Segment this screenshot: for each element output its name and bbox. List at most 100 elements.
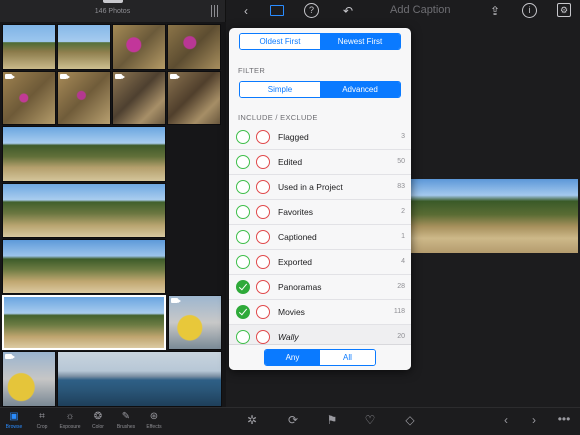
thumbnail[interactable]	[57, 24, 111, 70]
tool-effects[interactable]: ⊛ Effects	[141, 410, 167, 430]
video-badge-icon	[170, 74, 180, 79]
filter-label: Wally	[278, 332, 299, 342]
include-toggle[interactable]	[236, 205, 250, 219]
caption-field[interactable]: Add Caption	[390, 4, 451, 16]
photo-count: 146 Photos	[94, 7, 131, 15]
thumbnail-panorama[interactable]	[2, 126, 166, 182]
exclude-toggle[interactable]	[256, 230, 270, 244]
main-photo[interactable]	[410, 179, 578, 253]
thumbnail-panorama[interactable]	[57, 351, 222, 407]
undo-icon[interactable]: ↶	[340, 3, 356, 19]
more-icon[interactable]: •••	[556, 411, 572, 427]
thumbnail[interactable]	[2, 71, 56, 125]
exposure-icon: ☼	[65, 411, 75, 422]
filter-count: 2	[401, 208, 405, 215]
thumbnail[interactable]	[167, 71, 221, 125]
previous-icon[interactable]: ‹	[498, 412, 514, 428]
grid-toggle-icon[interactable]	[211, 5, 219, 17]
flag-icon[interactable]: ⚑	[324, 412, 340, 428]
filter-row-used-in-project[interactable]: Used in a Project 83	[229, 175, 411, 200]
gear-icon[interactable]: ⚙	[557, 3, 571, 17]
thumbnail[interactable]	[168, 295, 222, 350]
video-badge-icon	[171, 298, 181, 303]
filter-advanced[interactable]: Advanced	[320, 82, 400, 97]
tool-crop[interactable]: ⌗ Crop	[29, 410, 55, 430]
filter-count: 20	[397, 333, 405, 340]
video-badge-icon	[115, 74, 125, 79]
include-toggle[interactable]	[236, 330, 250, 344]
filter-row-favorites[interactable]: Favorites 2	[229, 200, 411, 225]
share-icon[interactable]: ⇪	[487, 3, 503, 19]
filter-count: 83	[397, 183, 405, 190]
exclude-toggle[interactable]	[256, 305, 270, 319]
match-footer: Any All	[229, 344, 411, 370]
exclude-toggle[interactable]	[256, 180, 270, 194]
sidebar-toggle-icon[interactable]	[270, 5, 284, 16]
include-toggle[interactable]	[236, 130, 250, 144]
exclude-toggle[interactable]	[256, 255, 270, 269]
browse-icon: ▣	[9, 411, 19, 422]
help-icon[interactable]: ?	[304, 3, 319, 18]
match-segmented-control[interactable]: Any All	[264, 349, 376, 366]
video-badge-icon	[5, 354, 15, 359]
browser-header: 146 Photos	[0, 0, 226, 22]
tool-browse[interactable]: ▣ Browse	[1, 408, 27, 434]
exclude-toggle[interactable]	[256, 280, 270, 294]
filter-label: Edited	[278, 157, 303, 167]
sort-newest-first[interactable]: Newest First	[320, 34, 400, 49]
filter-row-captioned[interactable]: Captioned 1	[229, 225, 411, 250]
filter-label: Exported	[278, 257, 313, 267]
auto-enhance-icon[interactable]: ✲	[244, 412, 260, 428]
heart-icon[interactable]: ♡	[362, 412, 378, 428]
exclude-toggle[interactable]	[256, 130, 270, 144]
filter-row-edited[interactable]: Edited 50	[229, 150, 411, 175]
filter-segmented-control[interactable]: Simple Advanced	[239, 81, 401, 98]
include-toggle[interactable]	[236, 230, 250, 244]
sort-oldest-first[interactable]: Oldest First	[240, 34, 320, 49]
filter-row-flagged[interactable]: Flagged 3	[229, 125, 411, 150]
filter-count: 3	[401, 133, 405, 140]
filter-row-movies[interactable]: Movies 118	[229, 300, 411, 325]
include-toggle[interactable]	[236, 155, 250, 169]
back-chevron-icon[interactable]: ‹	[238, 3, 254, 19]
album-tab-handle[interactable]	[103, 0, 123, 3]
photo-editor-app: 146 Photos ‹ ? ↶ Add Caption ⇪ i ⚙ ▣ Bro…	[0, 0, 580, 435]
tag-icon[interactable]: ◇	[402, 412, 418, 428]
filter-simple[interactable]: Simple	[240, 82, 320, 97]
thumbnail[interactable]	[112, 24, 166, 70]
sort-segmented-control[interactable]: Oldest First Newest First	[239, 33, 401, 50]
filter-popover: Oldest First Newest First FILTER Simple …	[229, 28, 411, 370]
include-toggle[interactable]	[236, 255, 250, 269]
include-toggle[interactable]	[236, 180, 250, 194]
filter-heading: FILTER	[238, 66, 266, 75]
filter-label: Captioned	[278, 232, 317, 242]
thumbnail[interactable]	[112, 71, 166, 125]
info-icon[interactable]: i	[522, 3, 537, 18]
filter-count: 4	[401, 258, 405, 265]
match-any[interactable]: Any	[265, 350, 320, 365]
thumbnail-panorama-selected[interactable]	[2, 295, 166, 350]
exclude-toggle[interactable]	[256, 330, 270, 344]
include-checked-icon[interactable]	[236, 305, 250, 319]
tool-exposure[interactable]: ☼ Exposure	[57, 410, 83, 430]
exclude-toggle[interactable]	[256, 155, 270, 169]
thumbnail-grid[interactable]	[0, 22, 226, 407]
include-checked-icon[interactable]	[236, 280, 250, 294]
match-all[interactable]: All	[320, 350, 375, 365]
include-exclude-heading: INCLUDE / EXCLUDE	[238, 113, 318, 122]
filter-label: Favorites	[278, 207, 313, 217]
crop-icon: ⌗	[39, 411, 45, 422]
filter-row-panoramas[interactable]: Panoramas 28	[229, 275, 411, 300]
tool-color[interactable]: ❂ Color	[85, 410, 111, 430]
next-icon[interactable]: ›	[526, 412, 542, 428]
exclude-toggle[interactable]	[256, 205, 270, 219]
tool-brushes[interactable]: ✎ Brushes	[113, 410, 139, 430]
filter-row-exported[interactable]: Exported 4	[229, 250, 411, 275]
thumbnail[interactable]	[167, 24, 221, 70]
thumbnail[interactable]	[2, 351, 56, 407]
rotate-icon[interactable]: ⟳	[285, 412, 301, 428]
thumbnail-panorama[interactable]	[2, 239, 166, 294]
thumbnail[interactable]	[2, 24, 56, 70]
thumbnail-panorama[interactable]	[2, 183, 166, 238]
thumbnail[interactable]	[57, 71, 111, 125]
